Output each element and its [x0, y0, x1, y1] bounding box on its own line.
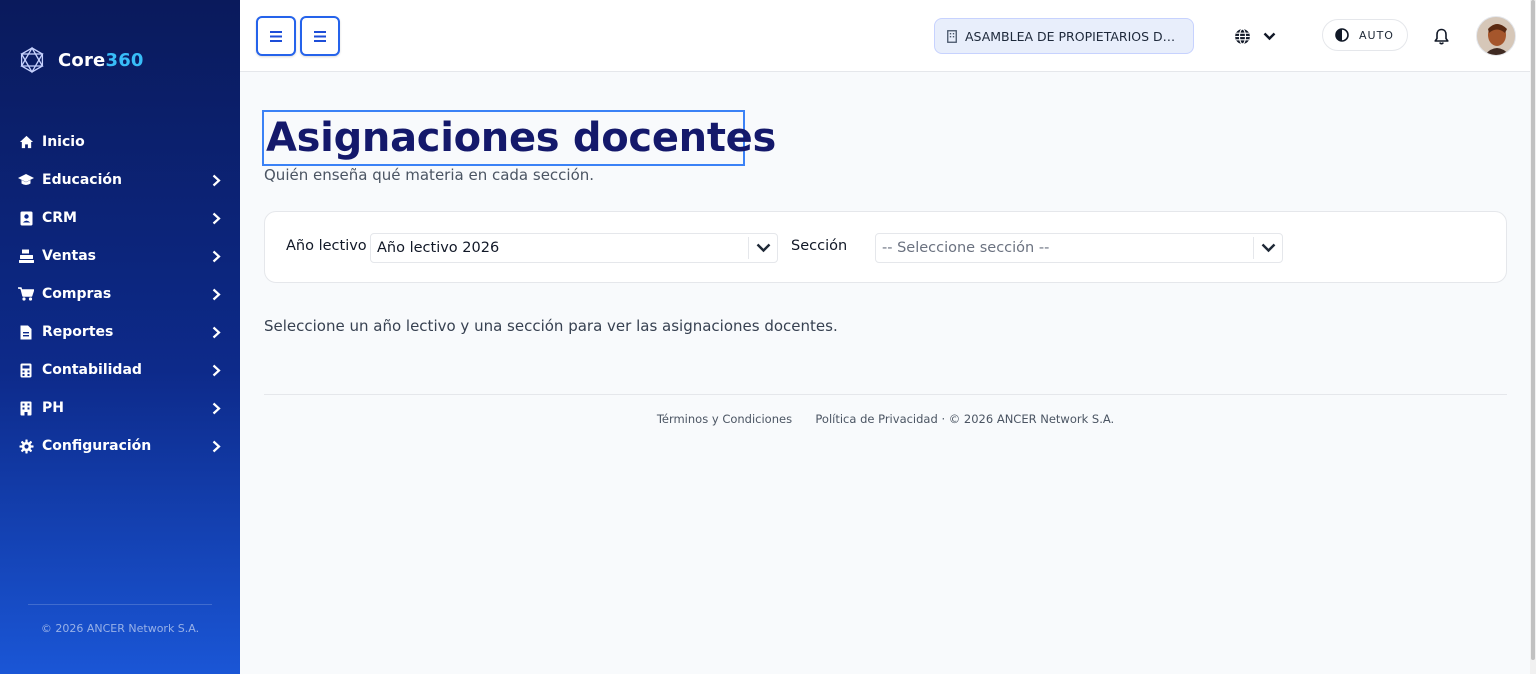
- building-icon: [18, 400, 34, 416]
- chevron-down-icon: [749, 243, 777, 253]
- sidebar-item-label: CRM: [42, 210, 77, 226]
- address-book-icon: [18, 210, 34, 226]
- sidebar-item-configuracion[interactable]: Configuración: [0, 427, 240, 465]
- chevron-right-icon: [210, 287, 222, 301]
- chevron-right-icon: [210, 363, 222, 377]
- graduation-cap-icon: [18, 172, 34, 188]
- sidebar-item-crm[interactable]: CRM: [0, 199, 240, 237]
- hamburger-icon: [270, 30, 282, 42]
- year-select[interactable]: Año lectivo 2026: [370, 233, 778, 263]
- filter-card: Año lectivo Año lectivo 2026 Sección -- …: [264, 211, 1507, 283]
- brand-name: Core360: [58, 50, 144, 71]
- theme-label: AUTO: [1359, 28, 1394, 42]
- contrast-icon: [1335, 28, 1349, 42]
- core360-logo-icon: [20, 46, 44, 74]
- file-icon: [18, 324, 34, 340]
- chevron-right-icon: [210, 211, 222, 225]
- theme-toggle[interactable]: AUTO: [1322, 19, 1408, 51]
- sidebar-item-reportes[interactable]: Reportes: [0, 313, 240, 351]
- chevron-right-icon: [210, 249, 222, 263]
- sidebar-item-inicio[interactable]: Inicio: [0, 123, 240, 161]
- brand-name-accent: 360: [105, 49, 144, 71]
- user-avatar-image: [1477, 17, 1515, 55]
- chevron-right-icon: [210, 325, 222, 339]
- bell-icon: [1433, 28, 1449, 44]
- language-selector[interactable]: [1234, 24, 1290, 48]
- sidebar-item-educacion[interactable]: Educación: [0, 161, 240, 199]
- year-select-value: Año lectivo 2026: [377, 240, 500, 256]
- sidebar-item-label: Configuración: [42, 438, 152, 454]
- footer-copyright: · © 2026 ANCER Network S.A.: [941, 412, 1115, 426]
- sidebar-item-contabilidad[interactable]: Contabilidad: [0, 351, 240, 389]
- footer-divider: [264, 394, 1507, 395]
- menu-toggle-button[interactable]: [300, 16, 340, 56]
- gear-icon: [18, 438, 34, 454]
- sidebar-item-label: Compras: [42, 286, 112, 302]
- brand[interactable]: Core360: [18, 46, 144, 74]
- chevron-right-icon: [210, 439, 222, 453]
- organization-name: ASAMBLEA DE PROPIETARIOS DE ...: [965, 28, 1181, 44]
- hamburger-icon: [314, 30, 326, 42]
- section-select-placeholder: -- Seleccione sección --: [882, 240, 1050, 256]
- sidebar-item-label: Inicio: [42, 134, 85, 150]
- chevron-down-icon: [1254, 243, 1282, 253]
- chevron-down-icon: [1263, 32, 1276, 40]
- sidebar: Core360 Inicio Educación CRM Ventas Comp…: [0, 0, 240, 674]
- sidebar-item-ventas[interactable]: Ventas: [0, 237, 240, 275]
- privacy-link[interactable]: Política de Privacidad: [815, 412, 937, 426]
- chevron-right-icon: [210, 401, 222, 415]
- page-scrollbar-thumb[interactable]: [1531, 0, 1535, 660]
- topbar: ASAMBLEA DE PROPIETARIOS DE ... AUTO: [240, 0, 1530, 72]
- globe-icon: [1235, 28, 1250, 44]
- sidebar-item-label: PH: [42, 400, 64, 416]
- page-title: Asignaciones docentes: [262, 110, 776, 166]
- sidebar-item-label: Reportes: [42, 324, 114, 340]
- sidebar-item-label: Educación: [42, 172, 122, 188]
- page-subtitle: Quién enseña qué materia en cada sección…: [264, 166, 595, 184]
- sidebar-copyright: © 2026 ANCER Network S.A.: [40, 622, 200, 635]
- organization-selector[interactable]: ASAMBLEA DE PROPIETARIOS DE ...: [934, 18, 1194, 54]
- section-select[interactable]: -- Seleccione sección --: [875, 233, 1283, 263]
- sidebar-item-compras[interactable]: Compras: [0, 275, 240, 313]
- sidebar-item-label: Ventas: [42, 248, 97, 264]
- home-icon: [18, 134, 34, 150]
- footer: Términos y Condiciones Política de Priva…: [264, 412, 1507, 426]
- chevron-right-icon: [210, 173, 222, 187]
- sidebar-divider: [28, 604, 212, 605]
- calculator-icon: [18, 362, 34, 378]
- brand-name-primary: Core: [58, 49, 106, 71]
- year-filter-label: Año lectivo: [286, 238, 367, 254]
- sidebar-item-ph[interactable]: PH: [0, 389, 240, 427]
- sidebar-nav: Inicio Educación CRM Ventas Compras Repo…: [0, 123, 240, 465]
- sidebar-item-label: Contabilidad: [42, 362, 142, 378]
- empty-state-message: Seleccione un año lectivo y una sección …: [264, 317, 838, 335]
- cart-icon: [18, 286, 34, 302]
- cash-register-icon: [18, 248, 34, 264]
- section-filter-label: Sección: [791, 238, 848, 254]
- terms-link[interactable]: Términos y Condiciones: [657, 412, 792, 426]
- sidebar-toggle-button[interactable]: [256, 16, 296, 56]
- building-icon: [947, 29, 957, 43]
- notifications-button[interactable]: [1430, 24, 1452, 48]
- user-avatar[interactable]: [1476, 16, 1516, 56]
